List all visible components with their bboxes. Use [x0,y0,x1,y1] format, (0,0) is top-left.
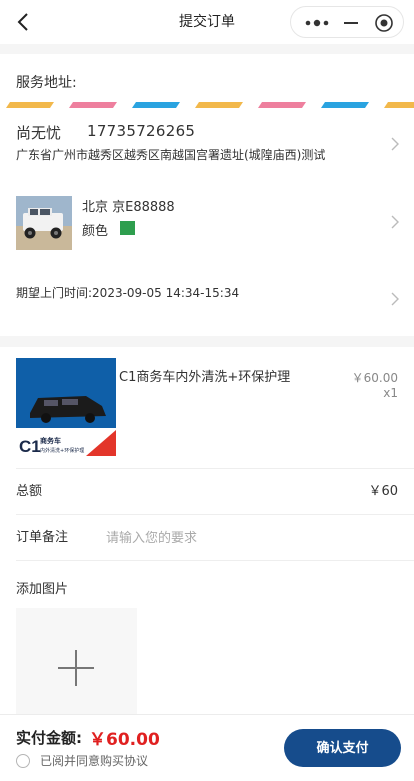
vehicle-plate: 北京 京E88888 [82,200,175,215]
address-section-title: 服务地址: [16,75,77,91]
plus-icon [58,650,94,686]
stripe-segment [321,102,369,108]
mini-program-capsule [290,6,404,38]
navigation-bar: 提交订单 [0,0,414,44]
minimize-icon[interactable] [342,15,360,31]
contact-name: 尚无忧 [16,124,62,142]
product-image: C1 商务车 内外清洗+环保护理 [16,358,116,456]
stripe-segment [132,102,180,108]
close-target-icon[interactable] [374,13,394,33]
stripe-segment [69,102,117,108]
section-gap [0,336,414,347]
total-label: 总额 [16,484,43,499]
contact-phone: 17735726265 [87,122,196,140]
chevron-right-icon [391,215,399,229]
product-image-sub1: 商务车 [40,436,61,445]
image-upload-button[interactable] [16,608,137,730]
section-gap [0,44,414,54]
vehicle-color-label: 颜色 [82,224,109,239]
pay-amount-value: ￥60.00 [89,730,160,750]
chevron-right-icon [391,137,399,151]
envelope-stripe [6,102,414,108]
chevron-right-icon [391,292,399,306]
stripe-segment [258,102,306,108]
appointment-time: 期望上门时间:2023-09-05 14:34-15:34 [16,286,240,300]
stripe-segment [6,102,54,108]
vehicle-color-swatch [120,221,135,235]
product-quantity: x1 [383,386,398,400]
pay-amount-label: 实付金额: [16,729,82,747]
more-dots-icon[interactable] [305,19,329,27]
add-image-title: 添加图片 [16,582,69,597]
total-row: 总额 ￥60 [16,469,398,515]
remark-input[interactable] [106,527,386,549]
confirm-pay-button[interactable]: 确认支付 [284,729,401,767]
stripe-segment [384,102,414,108]
checkout-footer: 实付金额: ￥60.00 已阅并同意购买协议 确认支付 [0,714,414,781]
address-detail: 广东省广州市越秀区越秀区南越国宫署遗址(城隍庙西)测试 [16,148,326,162]
agreement-text[interactable]: 已阅并同意购买协议 [40,752,148,769]
agreement-checkbox[interactable] [16,754,30,768]
remark-label: 订单备注 [16,530,69,545]
total-value: ￥60 [368,484,398,499]
product-image-label: C1 [19,437,41,456]
divider [16,560,414,561]
product-price: ￥60.00 [351,371,398,385]
product-name: C1商务车内外清洗+环保护理 [119,370,291,385]
vehicle-photo [16,196,72,250]
product-image-sub2: 内外清洗+环保护理 [40,447,84,454]
stripe-segment [195,102,243,108]
remark-row: 订单备注 [16,515,398,561]
